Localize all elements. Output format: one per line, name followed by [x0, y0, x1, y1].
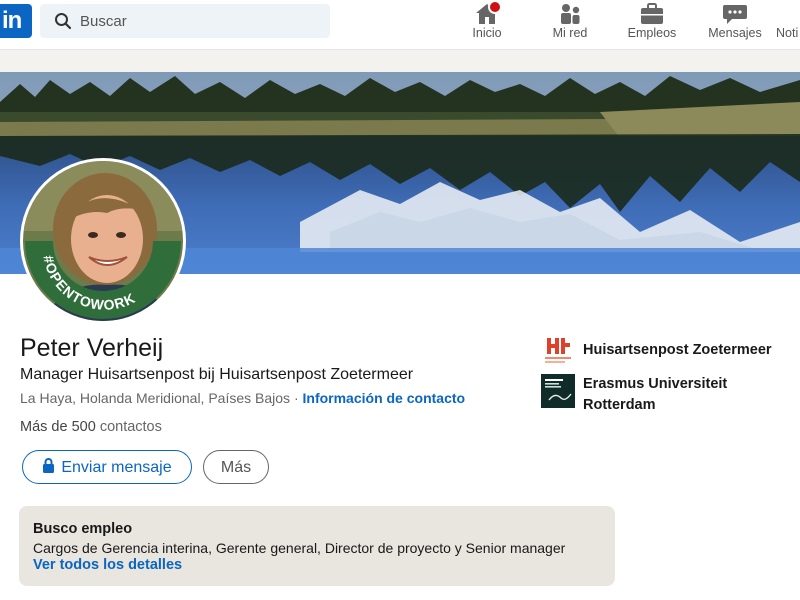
- nav-item-label: Mensajes: [708, 26, 762, 40]
- nav-item-messaging[interactable]: Mensajes: [705, 0, 765, 50]
- profile-location-row: La Haya, Holanda Meridional, Países Bajo…: [20, 390, 465, 406]
- search-icon: [55, 13, 72, 30]
- erasmus-logo-icon: [541, 374, 575, 408]
- profile-name: Peter Verheij: [20, 334, 164, 362]
- search-box[interactable]: [40, 4, 330, 38]
- top-nav-bar: in Inicio Mi red Empleos: [0, 0, 800, 50]
- huisartsenpost-logo-icon: [541, 334, 575, 368]
- nav-item-my-network[interactable]: Mi red: [545, 0, 595, 50]
- send-message-button[interactable]: Enviar mensaje: [22, 450, 192, 484]
- more-actions-button[interactable]: Más: [203, 450, 269, 484]
- network-icon: [561, 4, 580, 24]
- nav-item-home[interactable]: Inicio: [462, 0, 512, 50]
- profile-photo-frame[interactable]: #OPENTOWORK: [20, 158, 186, 324]
- search-input[interactable]: [80, 4, 320, 38]
- org-name-line1: Erasmus Universiteit: [583, 376, 728, 392]
- avatar: #OPENTOWORK: [23, 161, 183, 321]
- separator-dot: ·: [293, 390, 299, 406]
- lock-icon: [43, 458, 55, 474]
- open-to-work-title: Busco empleo: [33, 521, 133, 537]
- profile-location: La Haya, Holanda Meridional, Países Bajo…: [20, 390, 291, 406]
- connections-count-value: Más de 500: [20, 419, 96, 435]
- nav-item-label: Inicio: [472, 26, 502, 40]
- nav-item-label: Empleos: [627, 26, 677, 40]
- org-current-company[interactable]: Huisartsenpost Zoetermeer: [541, 334, 791, 368]
- send-message-label: Enviar mensaje: [61, 458, 172, 476]
- see-all-details-link[interactable]: Ver todos los detalles: [33, 557, 182, 573]
- org-name-line2: Rotterdam: [583, 397, 656, 413]
- nav-item-label: Noti: [776, 26, 799, 40]
- open-to-work-card: Busco empleo Cargos de Gerencia interina…: [19, 506, 615, 586]
- messaging-icon: [723, 5, 747, 24]
- more-label: Más: [220, 458, 252, 476]
- notification-badge: [488, 0, 502, 14]
- briefcase-icon: [641, 3, 663, 24]
- profile-headline: Manager Huisartsenpost bij Huisartsenpos…: [20, 366, 414, 383]
- org-education[interactable]: Erasmus Universiteit Rotterdam: [541, 374, 791, 418]
- nav-item-jobs[interactable]: Empleos: [622, 0, 682, 50]
- open-to-work-roles: Cargos de Gerencia interina, Gerente gen…: [33, 540, 566, 556]
- contact-info-link[interactable]: Información de contacto: [303, 390, 466, 406]
- linkedin-logo-icon[interactable]: in: [0, 4, 32, 38]
- org-name: Huisartsenpost Zoetermeer: [583, 342, 772, 358]
- nav-item-label: Mi red: [552, 26, 588, 40]
- connections-label: contactos: [99, 419, 162, 435]
- profile-photo: #OPENTOWORK: [23, 161, 183, 321]
- profile-card: #OPENTOWORK Peter Verheij Manager Huisar…: [0, 72, 800, 600]
- nav-item-notifications[interactable]: Noti: [775, 0, 800, 50]
- connections-count[interactable]: Más de 500 contactos: [20, 419, 162, 435]
